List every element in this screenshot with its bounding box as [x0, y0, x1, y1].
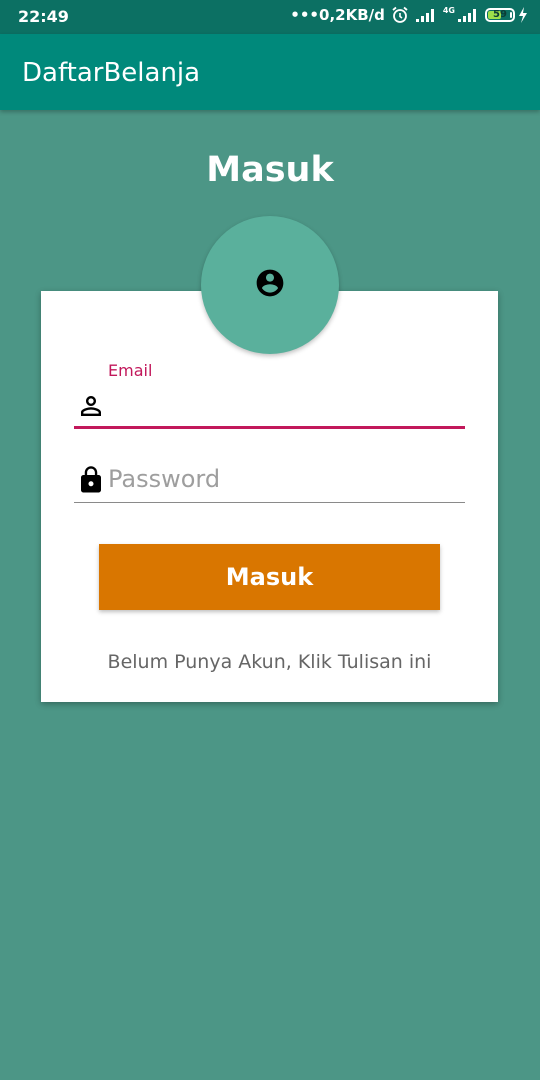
network-type-label: 4G — [442, 6, 455, 15]
email-input[interactable] — [108, 389, 458, 421]
password-underline — [74, 502, 465, 503]
page-title: Masuk — [206, 150, 334, 190]
password-input[interactable] — [108, 463, 458, 495]
lock-icon — [76, 465, 106, 495]
password-field-container — [74, 459, 465, 503]
account-circle-icon — [254, 267, 286, 304]
status-icons: •••0,2KB/d 4G 59 — [290, 6, 528, 24]
network-speed: •••0,2KB/d — [290, 6, 385, 24]
battery-percent: 59 — [493, 9, 507, 20]
battery-icon: 59 — [485, 8, 515, 22]
avatar — [201, 216, 339, 354]
app-bar: DaftarBelanja — [0, 34, 540, 110]
login-button[interactable]: Masuk — [99, 544, 440, 610]
battery-body: 59 — [485, 8, 515, 22]
signal-4g-icon: 4G — [443, 7, 479, 23]
register-link[interactable]: Belum Punya Akun, Klik Tulisan ini — [41, 651, 498, 673]
alarm-icon — [391, 6, 409, 24]
status-time: 22:49 — [18, 7, 69, 26]
email-underline — [74, 426, 465, 429]
person-icon — [76, 391, 106, 421]
signal-icon — [415, 7, 437, 23]
app-title: DaftarBelanja — [22, 58, 201, 88]
charging-icon — [518, 7, 528, 23]
email-label: Email — [108, 361, 153, 380]
status-bar: 22:49 •••0,2KB/d 4G 59 — [0, 0, 540, 34]
email-field-container — [74, 385, 465, 429]
